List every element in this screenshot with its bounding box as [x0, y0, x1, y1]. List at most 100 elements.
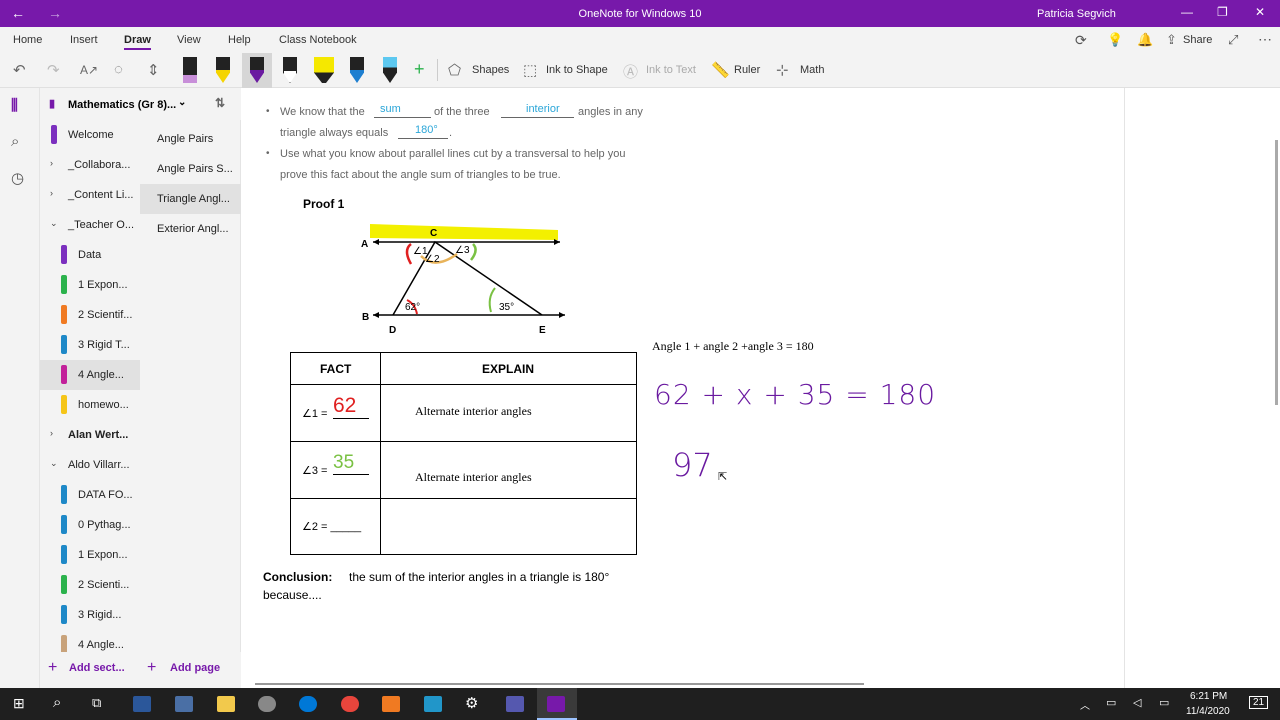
page-label: Angle Pairs S...: [157, 163, 233, 175]
type-select-icon[interactable]: A↗: [80, 63, 98, 77]
file-explorer-icon[interactable]: [217, 696, 235, 712]
maximize-icon[interactable]: ❐: [1217, 5, 1228, 19]
volume-icon[interactable]: ◁: [1133, 696, 1141, 709]
insert-space-icon[interactable]: ⇕: [147, 61, 160, 79]
section-item[interactable]: 3 Rigid...: [40, 600, 140, 630]
section-item[interactable]: Welcome: [40, 120, 140, 150]
teams-icon[interactable]: [506, 696, 524, 712]
battery-icon[interactable]: ▭: [1159, 696, 1169, 709]
page-item[interactable]: Exterior Angl...: [140, 214, 241, 244]
shapes-icon[interactable]: ⬠: [448, 61, 461, 79]
app-blue-icon[interactable]: [424, 696, 442, 712]
section-item[interactable]: 2 Scientif...: [40, 300, 140, 330]
share-icon[interactable]: ⇪: [1166, 32, 1177, 48]
search-icon[interactable]: ⌕: [11, 133, 19, 150]
section-item[interactable]: › _Collabora...: [40, 150, 140, 180]
page-item[interactable]: Angle Pairs: [140, 124, 241, 154]
pen-black-icon[interactable]: [283, 57, 297, 83]
close-icon[interactable]: ✕: [1255, 5, 1265, 19]
sort-icon[interactable]: ⇅: [215, 96, 225, 110]
settings-gear-icon[interactable]: ⚙: [465, 694, 478, 712]
ruler-button[interactable]: Ruler: [734, 64, 760, 76]
lasso-select-icon[interactable]: ◌: [114, 61, 123, 78]
bullet1-text-d: triangle always equals: [280, 127, 389, 139]
clock-date[interactable]: 11/4/2020: [1186, 706, 1230, 717]
ink-to-shape-icon[interactable]: ⬚: [523, 61, 537, 79]
expand-icon[interactable]: ⤢: [1228, 32, 1238, 48]
tray-chevron-icon[interactable]: ︿: [1080, 697, 1090, 712]
section-item[interactable]: › Alan Wert...: [40, 420, 140, 450]
chevron-down-icon[interactable]: ⌄: [50, 458, 58, 469]
ink-to-text-button[interactable]: Ink to Text: [646, 64, 696, 76]
chevron-down-icon[interactable]: ⌄: [50, 218, 58, 229]
onenote-icon[interactable]: [547, 696, 565, 712]
notebooks-icon[interactable]: ⫼: [11, 97, 18, 114]
chrome-icon[interactable]: [341, 696, 359, 712]
ink-to-shape-button[interactable]: Ink to Shape: [546, 64, 608, 76]
section-item[interactable]: › _Content Li...: [40, 180, 140, 210]
sync-icon[interactable]: ⟳: [1075, 32, 1087, 49]
add-page-button[interactable]: Add page: [170, 662, 220, 674]
minimize-icon[interactable]: —: [1181, 5, 1193, 19]
section-item[interactable]: 3 Rigid T...: [40, 330, 140, 360]
chevron-right-icon[interactable]: ›: [50, 428, 53, 438]
section-item[interactable]: 1 Expon...: [40, 270, 140, 300]
network-icon[interactable]: ▭: [1106, 696, 1116, 709]
add-section-button[interactable]: Add sect...: [69, 662, 125, 674]
tab-insert[interactable]: Insert: [70, 34, 98, 46]
app-orange-icon[interactable]: [382, 696, 400, 712]
section-item[interactable]: ⌄ Aldo Villarr...: [40, 450, 140, 480]
section-item[interactable]: 4 Angle...: [40, 630, 140, 652]
clock-time[interactable]: 6:21 PM: [1190, 691, 1227, 702]
section-item[interactable]: homewo...: [40, 390, 140, 420]
lightbulb-icon[interactable]: 💡: [1107, 32, 1123, 48]
ink-to-text-icon[interactable]: Ⓐ: [623, 61, 638, 82]
highlighter-icon[interactable]: [314, 57, 334, 83]
bell-icon[interactable]: 🔔: [1137, 32, 1153, 48]
shapes-button[interactable]: Shapes: [472, 64, 509, 76]
windows-start-icon[interactable]: ⊞: [13, 695, 25, 712]
edge-icon[interactable]: [299, 696, 317, 712]
add-page-icon[interactable]: +: [147, 659, 156, 677]
chevron-right-icon[interactable]: ›: [50, 188, 53, 198]
notification-badge[interactable]: 21: [1249, 696, 1269, 709]
more-icon[interactable]: ⋯: [1258, 31, 1272, 48]
chevron-right-icon[interactable]: ›: [50, 158, 53, 168]
pen-yellow-icon[interactable]: [216, 57, 230, 83]
search-icon[interactable]: ⌕: [53, 694, 61, 711]
tab-draw[interactable]: Draw: [124, 34, 151, 50]
section-item[interactable]: DATA FO...: [40, 480, 140, 510]
eraser-icon[interactable]: [183, 57, 197, 83]
tab-home[interactable]: Home: [13, 34, 42, 46]
snip-icon[interactable]: [258, 696, 276, 712]
horizontal-scrollbar[interactable]: [255, 683, 864, 685]
task-view-icon[interactable]: ⧉: [92, 695, 101, 711]
section-item[interactable]: ⌄ _Teacher O...: [40, 210, 140, 240]
vertical-scrollbar[interactable]: [1275, 140, 1278, 405]
pen-lightblue-icon[interactable]: [383, 57, 397, 83]
user-name[interactable]: Patricia Segvich: [1037, 8, 1116, 20]
section-item[interactable]: 1 Expon...: [40, 540, 140, 570]
section-item[interactable]: 4 Angle...: [40, 360, 140, 390]
ruler-icon[interactable]: 📏: [711, 61, 730, 79]
section-item[interactable]: 0 Pythag...: [40, 510, 140, 540]
word-icon[interactable]: [133, 696, 151, 712]
page-item[interactable]: Triangle Angl...: [140, 184, 241, 214]
notebook-header[interactable]: ▮ Mathematics (Gr 8)... ⌄ ⇅: [40, 88, 241, 120]
redo-icon[interactable]: ↷: [47, 61, 60, 79]
section-item[interactable]: 2 Scienti...: [40, 570, 140, 600]
add-pen-icon[interactable]: +: [414, 59, 425, 80]
page-item[interactable]: Angle Pairs S...: [140, 154, 241, 184]
pen-blue-icon[interactable]: [350, 57, 364, 83]
math-icon[interactable]: ⊹: [776, 61, 789, 79]
recent-clock-icon[interactable]: ◷: [11, 169, 24, 187]
tab-view[interactable]: View: [177, 34, 201, 46]
tab-help[interactable]: Help: [228, 34, 251, 46]
math-button[interactable]: Math: [800, 64, 824, 76]
add-section-icon[interactable]: +: [48, 659, 57, 677]
calculator-icon[interactable]: [175, 696, 193, 712]
tab-class-notebook[interactable]: Class Notebook: [279, 34, 357, 46]
share-button[interactable]: Share: [1183, 34, 1212, 46]
section-item[interactable]: Data: [40, 240, 140, 270]
undo-icon[interactable]: ↶: [13, 61, 26, 79]
